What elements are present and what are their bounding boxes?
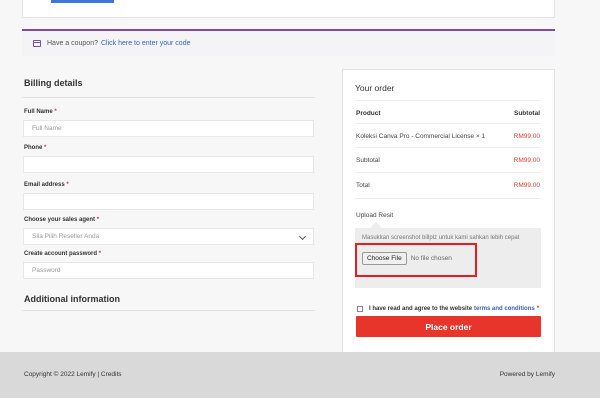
sales-agent-label: Choose your sales agent * <box>24 217 100 223</box>
phone-label: Phone * <box>24 145 47 151</box>
terms-text: I have read and agree to the website <box>369 306 473 312</box>
full-name-input[interactable]: Full Name <box>23 120 314 137</box>
coupon-link[interactable]: Click here to enter your code <box>101 40 191 47</box>
terms-checkbox[interactable] <box>357 306 363 312</box>
footer-powered-by: Powered by Lemify <box>499 371 555 378</box>
terms-link[interactable]: terms and conditions <box>474 306 535 312</box>
terms-row: I have read and agree to the website ter… <box>357 306 539 312</box>
subtotal-label: Subtotal <box>356 157 380 164</box>
coupon-notice: Have a coupon? Click here to enter your … <box>22 29 555 56</box>
upload-hint: Masukkan screenshot billplz untuk kami s… <box>362 235 520 241</box>
password-input[interactable]: Password <box>23 262 314 279</box>
place-order-button[interactable]: Place order <box>356 316 541 337</box>
email-input[interactable] <box>23 193 314 210</box>
terms-required: * <box>536 306 540 312</box>
chevron-down-icon <box>298 232 307 241</box>
highlight-box <box>355 243 477 277</box>
order-title: Your order <box>355 83 395 93</box>
email-label: Email address * <box>24 182 69 188</box>
order-divider <box>355 123 541 124</box>
total-label: Total <box>356 182 370 189</box>
order-divider <box>355 172 541 173</box>
additional-info-title: Additional information <box>24 294 120 304</box>
order-item-price: RM99.00 <box>513 133 540 140</box>
order-item-row: Koleksi Canva Pro - Commercial License ×… <box>356 133 540 140</box>
order-divider <box>355 198 541 199</box>
previous-section-frame <box>22 0 555 18</box>
password-label: Create account password * <box>24 251 102 257</box>
phone-input[interactable] <box>23 156 314 173</box>
subtotal-value: RM99.00 <box>513 157 540 164</box>
col-subtotal: Subtotal <box>514 110 540 117</box>
sales-agent-select[interactable]: Sila Pilih Reseller Anda <box>23 228 314 245</box>
footer-copyright: Copyright © 2022 Lemify | Credits <box>24 371 122 378</box>
billing-title: Billing details <box>24 78 83 88</box>
upload-label: Upload Resit <box>356 212 394 219</box>
coupon-text: Have a coupon? <box>47 40 98 47</box>
order-table-header: Product Subtotal <box>356 110 540 117</box>
col-product: Product <box>356 110 381 117</box>
previous-section-bar <box>51 0 114 3</box>
calendar-icon <box>33 40 41 47</box>
order-divider <box>355 100 541 101</box>
additional-info-divider <box>22 310 315 311</box>
total-row: Total RM99.00 <box>356 182 540 189</box>
subtotal-row: Subtotal RM99.00 <box>356 157 540 164</box>
order-divider <box>355 147 541 148</box>
billing-divider <box>22 97 315 98</box>
full-name-label: Full Name * <box>24 109 57 115</box>
order-item-name: Koleksi Canva Pro - Commercial License ×… <box>356 133 486 140</box>
total-value: RM99.00 <box>513 182 540 189</box>
